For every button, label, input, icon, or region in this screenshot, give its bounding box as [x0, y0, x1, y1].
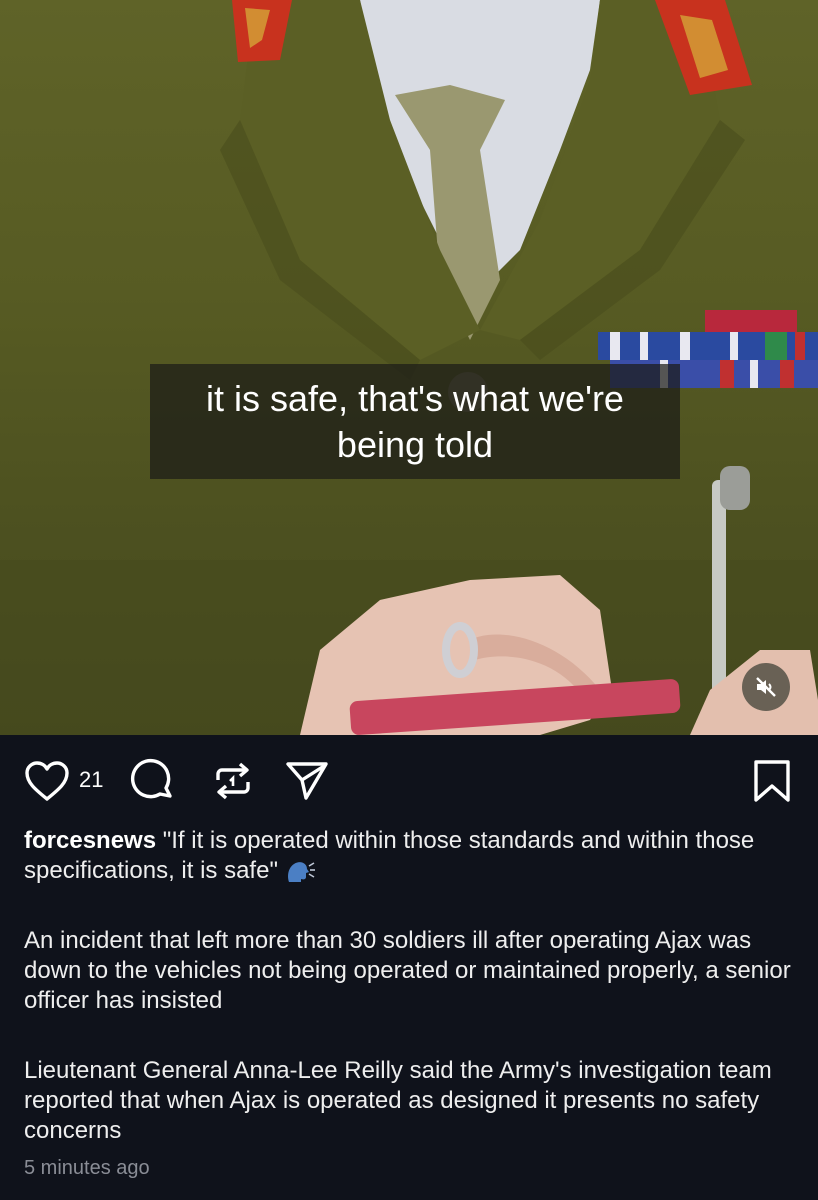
- share-icon: [286, 762, 328, 800]
- bookmark-button[interactable]: [752, 758, 792, 809]
- comment-icon: [130, 758, 172, 799]
- post-timestamp: 5 minutes ago: [24, 1157, 150, 1179]
- heart-icon: [25, 761, 69, 801]
- comment-button[interactable]: [130, 758, 176, 809]
- video-player[interactable]: it is safe, that's what we're being told: [0, 0, 818, 735]
- repost-icon: [216, 762, 250, 800]
- post-paragraph-2: An incident that left more than 30 soldi…: [24, 927, 791, 1014]
- repost-button[interactable]: [210, 758, 256, 809]
- video-subtitle: it is safe, that's what we're being told: [150, 364, 680, 479]
- post-paragraph-3: Lieutenant General Anna-Lee Reilly said …: [24, 1057, 772, 1144]
- subtitle-line-2: being told: [336, 424, 494, 465]
- post-caption: forcesnews "If it is operated within tho…: [24, 826, 804, 886]
- speaker-muted-icon: [756, 677, 776, 697]
- speaking-head-icon: [287, 861, 315, 882]
- like-count: 21: [79, 767, 104, 792]
- bookmark-icon: [754, 760, 790, 802]
- share-button[interactable]: [284, 758, 330, 809]
- username[interactable]: forcesnews: [24, 827, 156, 854]
- mute-button[interactable]: [742, 663, 790, 711]
- subtitle-line-1: it is safe, that's what we're: [206, 378, 624, 419]
- like-button[interactable]: [24, 760, 70, 807]
